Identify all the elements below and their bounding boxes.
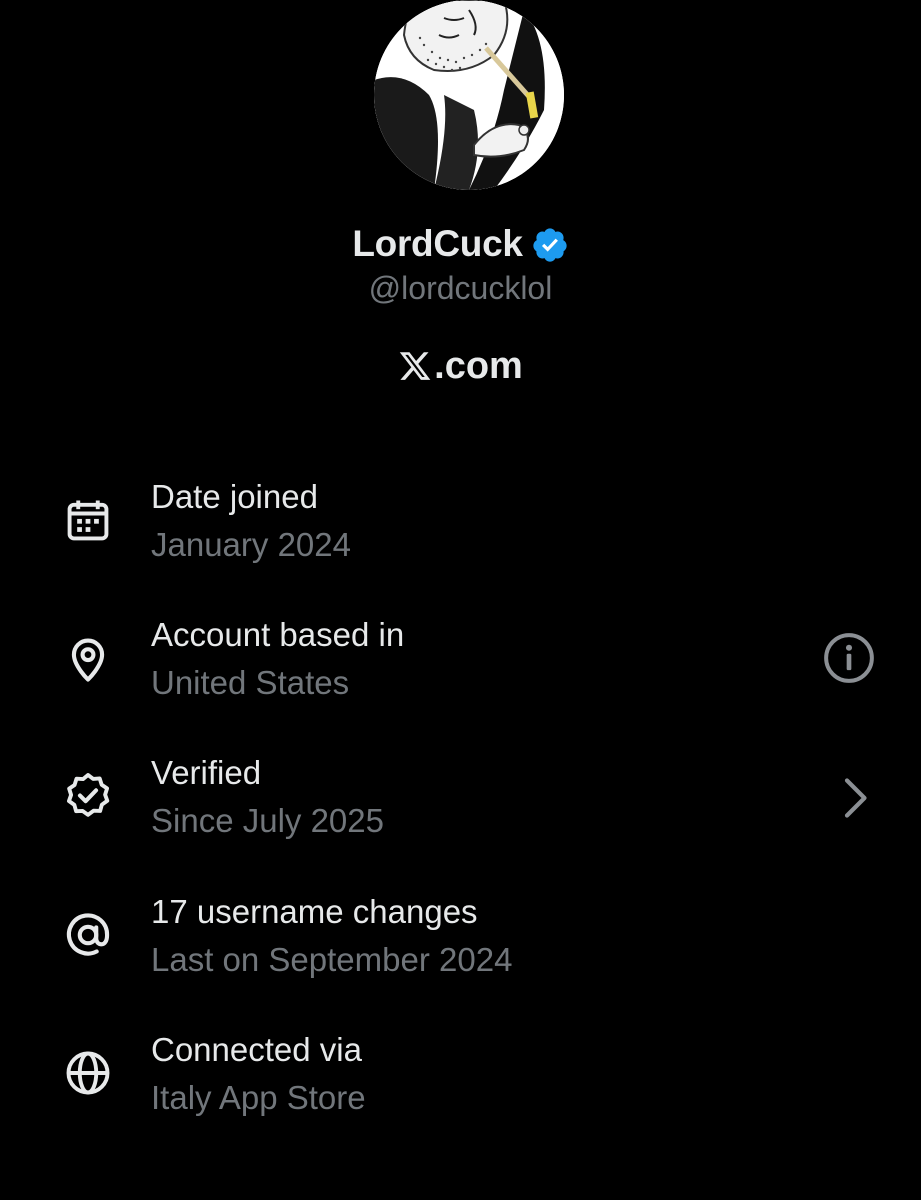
detail-row-date-joined: Date joined January 2024 (0, 470, 921, 580)
verified-badge-icon[interactable] (531, 226, 569, 264)
display-name-row: LordCuck (0, 218, 921, 270)
detail-title: Account based in (151, 616, 405, 653)
detail-title: Verified (151, 754, 262, 791)
detail-title: 17 username changes (151, 893, 478, 930)
detail-row-username-changes: 17 username changes Last on September 20… (0, 885, 921, 995)
globe-icon (66, 1051, 110, 1095)
x-logo-icon (399, 352, 431, 380)
detail-subtitle: United States (151, 664, 350, 701)
at-sign-icon (66, 913, 110, 956)
detail-title: Connected via (151, 1031, 362, 1068)
detail-subtitle: Since July 2025 (151, 802, 384, 839)
chevron-right-icon[interactable] (826, 770, 882, 826)
handle: @lordcucklol (368, 270, 553, 306)
verified-outline-icon (66, 773, 110, 817)
avatar-illustration (374, 0, 564, 190)
detail-subtitle: January 2024 (151, 526, 351, 563)
site-text: .com (434, 344, 523, 387)
info-icon[interactable] (821, 630, 877, 686)
site-link[interactable]: .com (0, 340, 921, 392)
detail-subtitle: Last on September 2024 (151, 941, 513, 978)
detail-row-verified[interactable]: Verified Since July 2025 (0, 746, 921, 856)
display-name: LordCuck (352, 223, 523, 264)
location-pin-icon (71, 638, 105, 682)
detail-title: Date joined (151, 478, 318, 515)
avatar[interactable] (374, 0, 564, 190)
detail-subtitle: Italy App Store (151, 1079, 366, 1116)
calendar-icon (67, 500, 109, 541)
detail-row-account-based-in: Account based in United States (0, 608, 921, 718)
detail-row-connected-via: Connected via Italy App Store (0, 1023, 921, 1133)
